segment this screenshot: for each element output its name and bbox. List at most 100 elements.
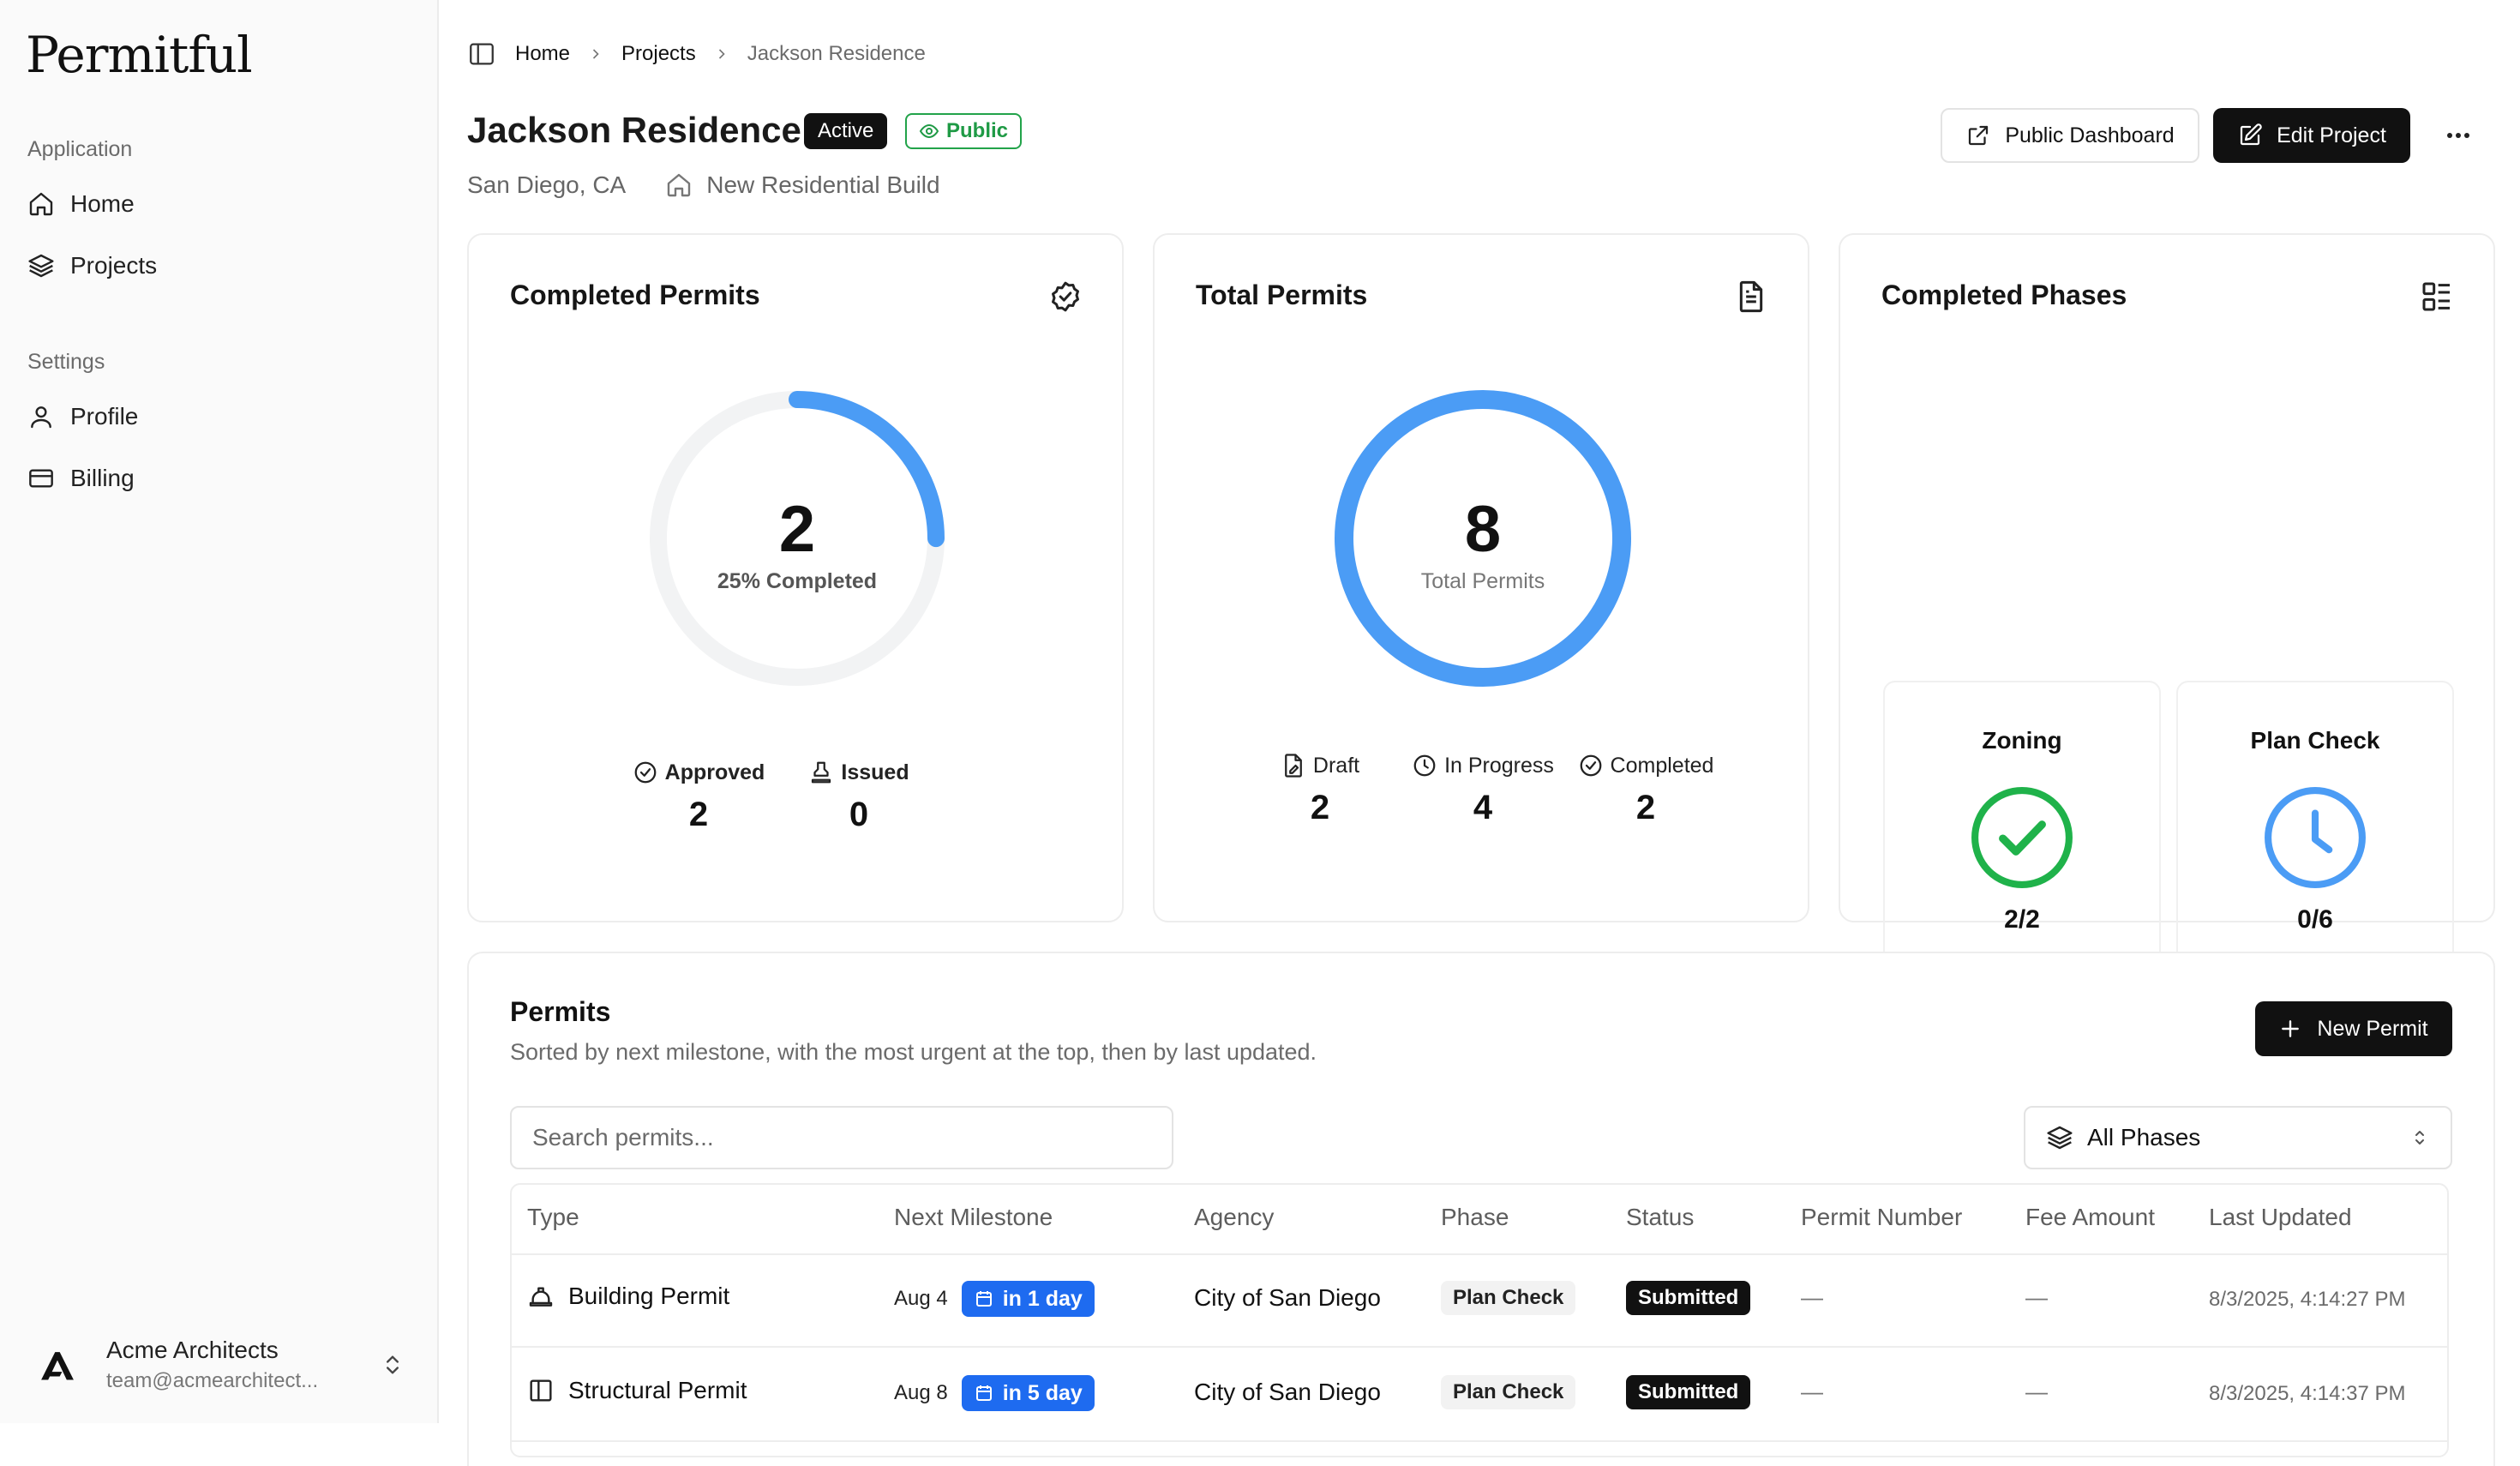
credit-card-icon — [29, 469, 53, 488]
permits-section: Permits Sorted by next milestone, with t… — [467, 952, 2495, 1466]
completed-caption: 25% Completed — [717, 569, 878, 593]
total-value: 8 — [1464, 493, 1502, 566]
sidebar-item-label: Profile — [70, 403, 139, 430]
cell-last-updated: 8/3/2025, 4:14:37 PM — [2209, 1382, 2406, 1405]
chevrons-up-down-icon — [387, 1355, 399, 1374]
cell-next-milestone: Aug 8 in 5 day — [894, 1375, 1095, 1411]
clock-icon — [1413, 754, 1436, 777]
stat-label: Approved — [664, 760, 765, 784]
search-input[interactable] — [510, 1106, 1173, 1169]
sidebar-item-home[interactable]: Home — [14, 178, 423, 230]
sidebar: Permitful Application Home Projects Sett… — [0, 0, 439, 1423]
cell-agency: City of San Diego — [1194, 1284, 1381, 1311]
stat-value: 2 — [688, 796, 709, 833]
sidebar-item-label: Projects — [70, 252, 158, 279]
public-dashboard-button[interactable]: Public Dashboard — [1941, 108, 2199, 163]
stat-draft: Draft 2 — [1239, 753, 1401, 827]
cell-fee-amount: — — [2025, 1284, 2048, 1310]
column-header-status[interactable]: Status — [1626, 1204, 1694, 1231]
sidebar-item-projects[interactable]: Projects — [14, 240, 423, 291]
badge-check-icon — [1052, 281, 1079, 312]
breadcrumb-projects[interactable]: Projects — [621, 42, 696, 66]
stat-value: 2 — [1635, 789, 1656, 826]
columns-icon — [530, 1379, 552, 1402]
edit-project-button[interactable]: Edit Project — [2213, 108, 2410, 163]
column-header-phase[interactable]: Phase — [1441, 1204, 1509, 1231]
breadcrumb-current: Jackson Residence — [747, 42, 926, 65]
phase-card-zoning[interactable]: Zoning 2/2 — [1883, 681, 2161, 991]
user-icon — [31, 406, 51, 429]
layers-icon — [2047, 1126, 2073, 1150]
table-row[interactable]: Structural Permit Aug 8 in 5 day City of… — [512, 1348, 2447, 1442]
breadcrumb: Home Projects Jackson Residence — [467, 38, 926, 70]
phase-badge: Plan Check — [1441, 1281, 1576, 1315]
calendar-icon — [975, 1291, 992, 1307]
column-header-fee-amount[interactable]: Fee Amount — [2025, 1204, 2155, 1231]
column-header-type[interactable]: Type — [527, 1204, 579, 1231]
table-row[interactable]: Building Permit Aug 4 in 1 day City of S… — [512, 1253, 2447, 1348]
group-label-application: Application — [27, 137, 133, 161]
card-title: Completed Phases — [1881, 279, 2127, 310]
milestone-date: Aug 4 — [894, 1287, 948, 1310]
sidebar-item-billing[interactable]: Billing — [14, 453, 423, 504]
public-dashboard-label: Public Dashboard — [2005, 123, 2175, 147]
sidebar-item-label: Home — [70, 190, 135, 217]
list-grid-icon — [2422, 282, 2450, 311]
visibility-badge: Public — [905, 113, 1023, 149]
completed-permits-card: Completed Permits 2 25% Completed Approv… — [467, 233, 1124, 922]
app-logo[interactable]: Permitful — [26, 26, 253, 84]
project-location: San Diego, CA — [467, 171, 627, 198]
phase-card-plan-check[interactable]: Plan Check 0/6 — [2176, 681, 2454, 991]
new-permit-button[interactable]: New Permit — [2255, 1001, 2452, 1056]
new-permit-label: New Permit — [2317, 1016, 2428, 1041]
cell-next-milestone: Aug 4 in 1 day — [894, 1281, 1095, 1317]
stat-value: 0 — [849, 796, 869, 833]
cell-agency: City of San Diego — [1194, 1379, 1381, 1405]
status-badge: Submitted — [1626, 1375, 1751, 1409]
column-header-last-updated[interactable]: Last Updated — [2209, 1204, 2352, 1231]
table-header: Type Next Milestone Agency Phase Status … — [512, 1185, 2447, 1255]
breadcrumb-home[interactable]: Home — [515, 42, 570, 66]
phase-name: Zoning — [1982, 727, 2062, 754]
stat-label: In Progress — [1444, 753, 1554, 778]
column-header-next-milestone[interactable]: Next Milestone — [894, 1204, 1053, 1231]
project-meta: San Diego, CA New Residential Build — [467, 171, 940, 199]
column-header-permit-number[interactable]: Permit Number — [1801, 1204, 1962, 1231]
org-name: Acme Architects — [106, 1337, 279, 1363]
cell-type: Structural Permit — [527, 1377, 747, 1404]
edit-project-label: Edit Project — [2277, 123, 2386, 147]
cell-status: Submitted — [1626, 1375, 1751, 1409]
clock-icon — [2265, 787, 2366, 888]
permits-table: Type Next Milestone Agency Phase Status … — [510, 1183, 2449, 1457]
org-switcher[interactable]: Acme Architects team@acmearchitect... — [14, 1322, 423, 1408]
sidebar-item-label: Billing — [70, 465, 135, 491]
chevron-right-icon — [718, 49, 725, 59]
cell-phase: Plan Check — [1441, 1375, 1576, 1409]
phase-filter-select[interactable]: All Phases — [2024, 1106, 2452, 1169]
phase-filter-value: All Phases — [2087, 1124, 2201, 1151]
more-options-icon[interactable] — [2439, 120, 2477, 151]
sidebar-item-profile[interactable]: Profile — [14, 391, 423, 442]
milestone-relative: in 1 day — [1002, 1286, 1083, 1311]
card-title: Completed Permits — [510, 279, 760, 310]
permit-type[interactable]: Structural Permit — [568, 1377, 747, 1404]
sidebar-toggle-icon[interactable] — [467, 39, 496, 69]
permits-title: Permits — [510, 996, 611, 1027]
stat-label: Completed — [1610, 753, 1714, 778]
stat-label: Issued — [841, 760, 909, 784]
layers-icon — [28, 254, 54, 278]
stat-value: 4 — [1473, 789, 1493, 826]
column-header-agency[interactable]: Agency — [1194, 1204, 1274, 1231]
calendar-icon — [975, 1385, 992, 1401]
file-pen-icon — [1285, 754, 1302, 778]
cell-fee-amount: — — [2025, 1379, 2048, 1404]
file-text-icon — [1739, 280, 1763, 313]
home-icon — [29, 192, 53, 216]
cell-permit-number: — — [1801, 1379, 1823, 1404]
permit-type[interactable]: Building Permit — [568, 1283, 729, 1310]
status-badge: Submitted — [1626, 1281, 1751, 1315]
hard-hat-icon — [529, 1287, 553, 1307]
permits-description: Sorted by next milestone, with the most … — [510, 1039, 1317, 1065]
cell-last-updated: 8/3/2025, 4:14:27 PM — [2209, 1288, 2406, 1311]
check-circle-icon — [634, 761, 657, 784]
